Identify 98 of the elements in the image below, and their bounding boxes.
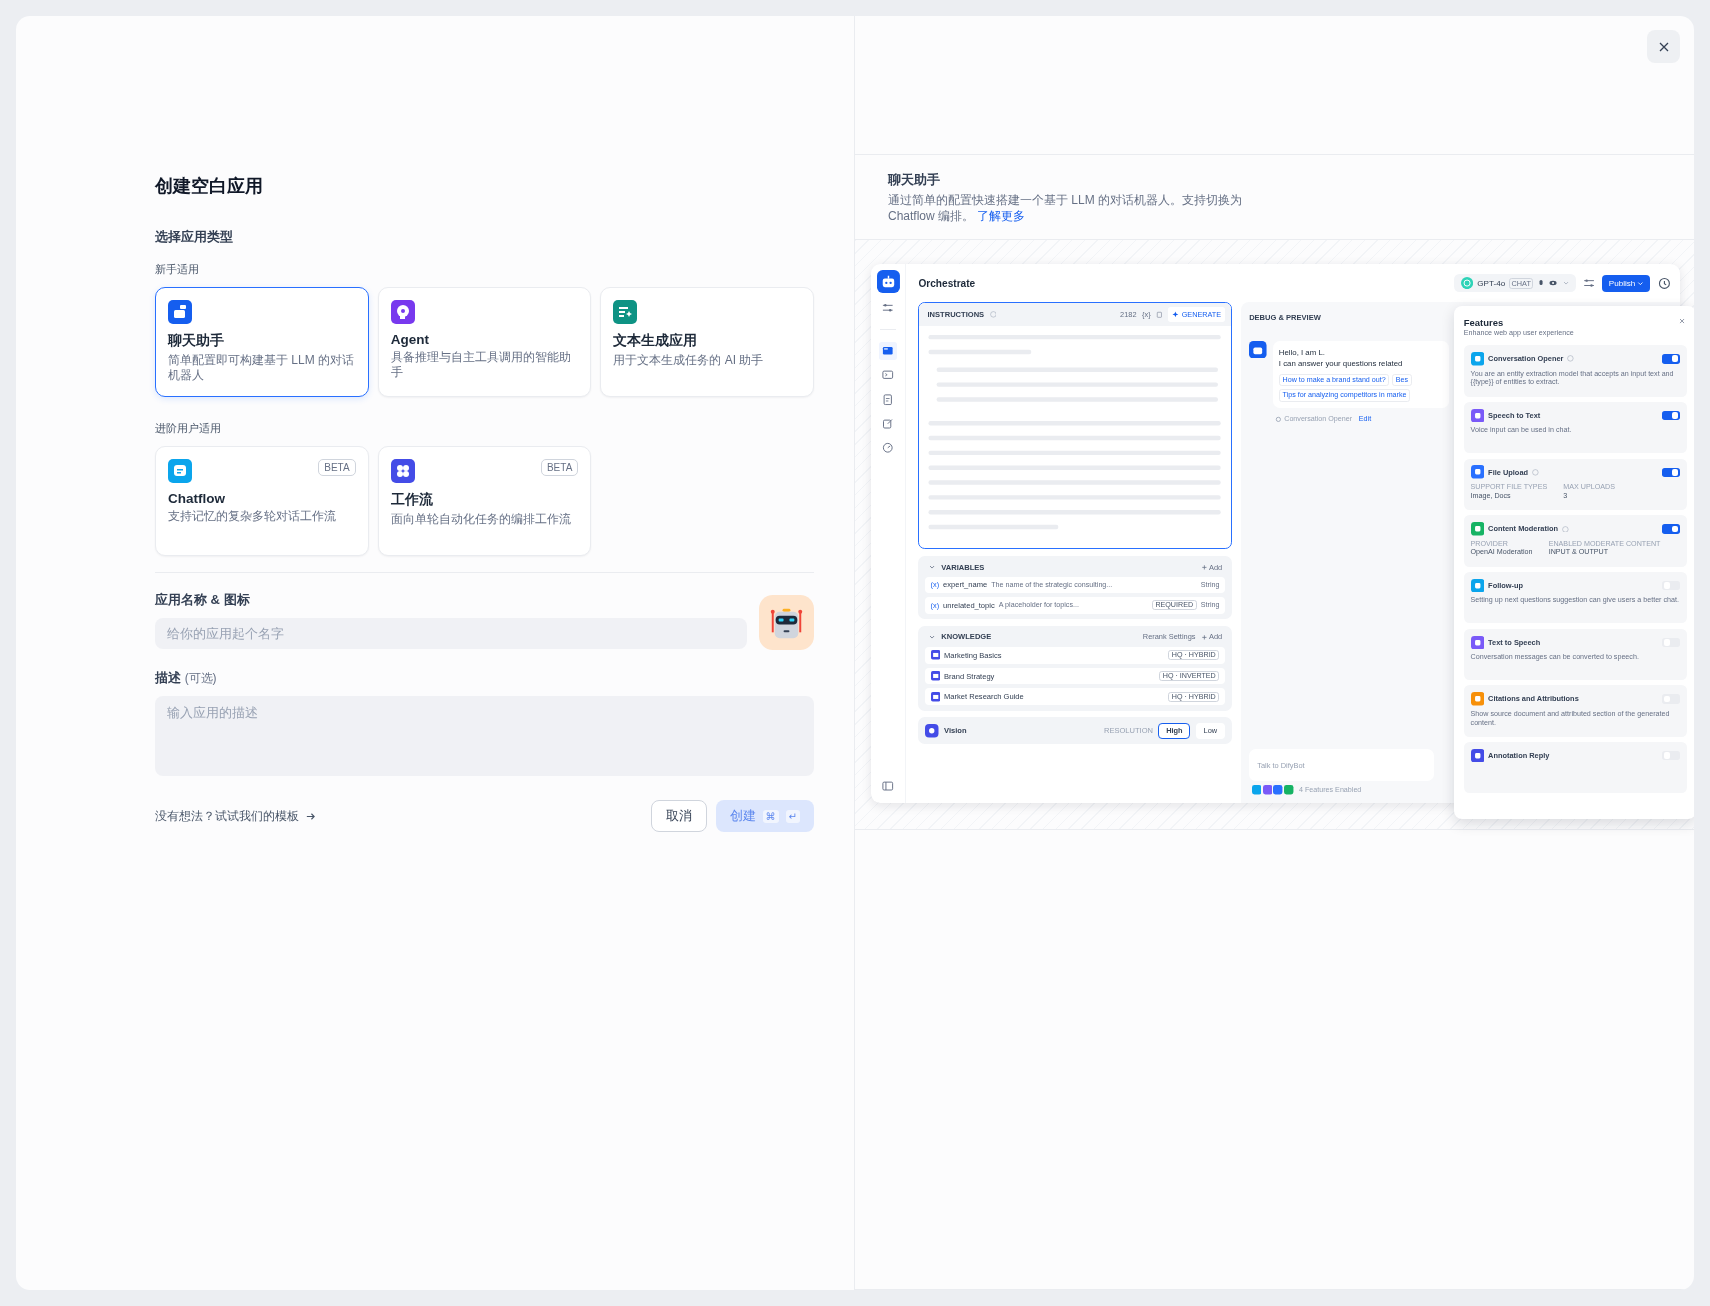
learn-more-link[interactable]: 了解更多 — [977, 208, 1026, 223]
eye-icon — [1549, 279, 1558, 288]
close-icon — [1658, 41, 1669, 52]
feature-toggle[interactable] — [1662, 467, 1680, 477]
resolution-option[interactable]: Low — [1195, 722, 1225, 740]
app-type-name: 聊天助手 — [168, 332, 225, 350]
feature-icon — [1251, 785, 1262, 795]
feature-name: File Upload — [1488, 467, 1529, 477]
panel-title: Features — [1463, 316, 1505, 328]
folder-icon — [930, 650, 940, 660]
feature-name: Conversation Opener — [1488, 354, 1564, 364]
generate-button[interactable]: GENERATE — [1168, 307, 1226, 322]
section-title: KNOWLEDGE — [941, 632, 992, 642]
feature-name: Text to Speech — [1488, 637, 1541, 647]
section-label: 选择应用类型 — [155, 228, 234, 246]
clipboard-icon[interactable] — [1156, 310, 1163, 318]
variable-marker: (x) — [930, 580, 940, 590]
close-button[interactable] — [1647, 30, 1680, 63]
preview-description: 通过简单的配置快速搭建一个基于 LLM 的对话机器人。支持切换为 Chatflow 编排。 了解更多 — [888, 191, 1243, 224]
microphone-icon — [1537, 279, 1546, 288]
model-tag: CHAT — [1509, 277, 1534, 289]
variable-marker: (x) — [930, 600, 940, 610]
vision-label: Vision — [944, 726, 967, 736]
knowledge-name: Marketing Basics — [944, 650, 1002, 660]
model-selector[interactable]: GPT-4o CHAT — [1454, 274, 1577, 292]
feature-toggle[interactable] — [1662, 354, 1680, 364]
description-input-field[interactable]: 输入应用的描述 — [155, 696, 814, 776]
app-type-card[interactable]: BETA 工作流 面向单轮自动化任务的编排工作流 — [377, 446, 592, 556]
feature-icon — [1262, 785, 1273, 795]
resolution-label: RESOLUTION — [1103, 726, 1153, 736]
group-label: 新手适用 — [155, 262, 200, 277]
variable-insert-button[interactable]: {x} — [1142, 309, 1151, 319]
chat-greeting: Hello, I am L. — [1278, 347, 1326, 357]
app-type-description: 支持记忆的复杂多轮对话工作流 — [168, 509, 337, 524]
app-type-name: Chatflow — [168, 491, 226, 506]
add-button[interactable]: Add — [1200, 632, 1223, 642]
robot-avatar-icon[interactable] — [759, 595, 814, 650]
field-label: 应用名称 & 图标 — [155, 591, 251, 609]
app-type-card[interactable]: 文本生成应用 用于文本生成任务的 AI 助手 — [600, 287, 814, 397]
plus-icon — [1200, 563, 1208, 571]
publish-button[interactable]: Publish — [1602, 274, 1651, 292]
bot-icon — [876, 269, 900, 293]
feature-name: Follow-up — [1488, 581, 1524, 591]
app-type-card[interactable]: 聊天助手 简单配置即可构建基于 LLM 的对话机器人 — [155, 287, 369, 397]
knowledge-name: Brand Strategy — [944, 671, 995, 681]
bot-icon — [1249, 340, 1267, 359]
app-type-description: 具备推理与自主工具调用的智能助手 — [390, 350, 572, 380]
group-label: 进阶用户适用 — [155, 421, 222, 436]
beta-badge: BETA — [318, 459, 356, 476]
feature-name: Content Moderation — [1488, 524, 1559, 534]
resolution-option[interactable]: High — [1158, 722, 1191, 740]
character-count: 2182 — [1120, 309, 1137, 319]
chevron-down-icon[interactable] — [927, 563, 936, 572]
plus-icon — [1200, 633, 1208, 641]
help-icon — [989, 310, 997, 318]
app-type-card[interactable]: BETA Chatflow 支持记忆的复杂多轮对话工作流 — [155, 446, 369, 556]
add-button[interactable]: Add — [1200, 562, 1223, 572]
model-logo-icon — [1461, 277, 1474, 290]
dialog-title: 创建空白应用 — [155, 175, 264, 198]
app-type-description: 用于文本生成任务的 AI 助手 — [613, 353, 765, 368]
history-icon[interactable] — [1656, 275, 1672, 291]
eye-icon — [925, 724, 939, 738]
close-icon[interactable] — [1678, 316, 1687, 326]
feature-toggle[interactable] — [1662, 524, 1680, 534]
cancel-button[interactable]: 取消 — [650, 800, 707, 832]
page-title: Orchestrate — [918, 277, 976, 289]
window-icon[interactable] — [879, 342, 897, 360]
section-title: VARIABLES — [941, 562, 985, 572]
section-title: INSTRUCTIONS — [927, 309, 985, 319]
chat-message: I can answer your questions related — [1278, 359, 1404, 369]
feature-name: Citations and Attributions — [1488, 694, 1579, 704]
beta-badge: BETA — [540, 459, 579, 476]
knowledge-name: Market Research Guide — [944, 692, 1024, 702]
feature-name: Annotation Reply — [1488, 751, 1550, 761]
model-name: GPT-4o — [1477, 278, 1506, 288]
sliders-icon[interactable] — [1583, 277, 1596, 290]
folder-icon — [930, 692, 940, 702]
name-input-field[interactable]: 给你的应用起个名字 — [155, 618, 747, 649]
app-type-description: 简单配置即可构建基于 LLM 的对话机器人 — [168, 353, 355, 383]
feature-name: Speech to Text — [1488, 411, 1541, 421]
feature-toggle[interactable] — [1662, 410, 1680, 421]
chevron-down-icon — [1636, 279, 1644, 287]
variable-name: expert_name — [943, 580, 988, 590]
app-type-card[interactable]: Agent 具备推理与自主工具调用的智能助手 — [377, 287, 592, 397]
preview-title: 聊天助手 — [888, 170, 941, 189]
app-type-description: 面向单轮自动化任务的编排工作流 — [390, 512, 572, 527]
app-type-name: 工作流 — [390, 491, 434, 509]
template-link[interactable]: 没有想法？试试我们的模板 — [155, 807, 316, 825]
optional-note: (可选) — [184, 671, 217, 685]
field-label: 描述 — [155, 670, 181, 685]
app-type-name: 文本生成应用 — [613, 332, 699, 350]
rerank-settings-button[interactable]: Rerank Settings — [1142, 632, 1196, 642]
variable-name: unrelated_topic — [943, 600, 995, 610]
app-type-name: Agent — [390, 332, 430, 347]
section-title: DEBUG & PREVIEW — [1249, 312, 1322, 322]
folder-icon — [930, 671, 940, 681]
sparkle-icon — [1172, 310, 1179, 318]
instructions-editor[interactable]: INSTRUCTIONS 2182 {x} GENERATE — [918, 302, 1232, 550]
